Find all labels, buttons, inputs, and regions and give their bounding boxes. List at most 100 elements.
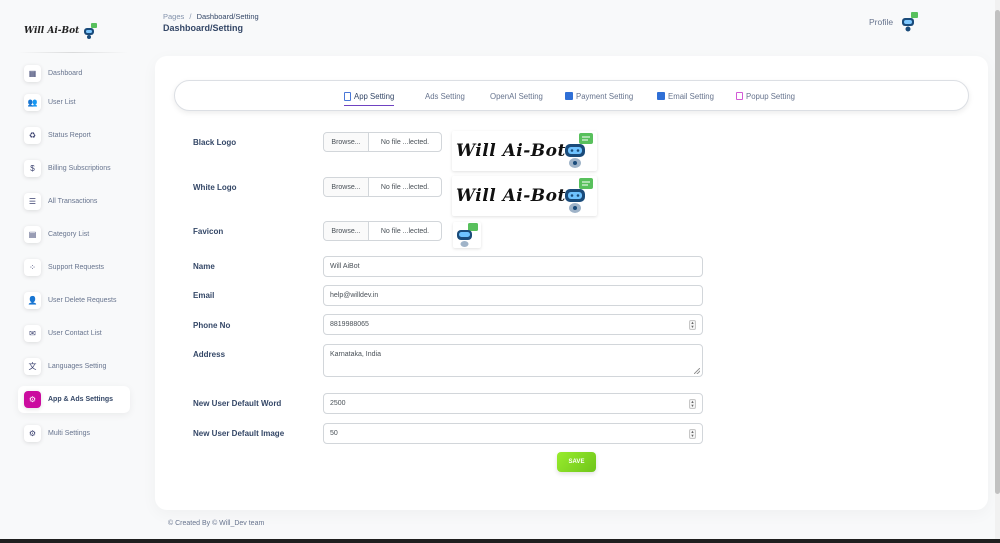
scroll-thumb[interactable] [995, 10, 1000, 494]
language-icon: 文 [24, 357, 41, 375]
phone-input[interactable]: 8819988065 ▲ ▼ [323, 314, 703, 335]
file-name: No file ...lected. [380, 227, 430, 235]
tab-label: Ads Setting [425, 91, 465, 101]
file-name: No file ...lected. [380, 183, 430, 191]
dollar-icon: $ [24, 159, 41, 177]
address-label: Address [193, 350, 226, 359]
sidebar-item-label: User Contact List [48, 329, 102, 337]
sidebar-item-support-requests[interactable]: ⁘ Support Requests [18, 254, 130, 280]
default-word-label: New User Default Word [193, 399, 282, 408]
sidebar-item-label: Multi Settings [48, 429, 91, 437]
robot-icon [82, 23, 98, 39]
sidebar-item-dashboard[interactable]: ▦ Dashboard [18, 60, 130, 86]
tab-app-setting[interactable]: App Setting [344, 90, 395, 106]
breadcrumb-root[interactable]: Pages [163, 12, 184, 21]
browse-button[interactable]: Browse... [324, 133, 369, 151]
save-button[interactable]: SAVE [557, 452, 596, 472]
number-spinner[interactable]: ▲ ▼ [689, 429, 696, 439]
gear-icon: ⚙ [24, 424, 41, 442]
sidebar-item-label: User Delete Requests [48, 296, 117, 304]
favicon-preview [453, 222, 481, 248]
support-icon: ⁘ [24, 258, 41, 276]
email-label: Email [193, 291, 215, 300]
white-logo-preview: Will Ai-Bot [452, 176, 597, 216]
black-logo-label: Black Logo [193, 138, 237, 147]
address-textarea[interactable]: Karnataka, India [323, 344, 703, 377]
phone-label: Phone No [193, 321, 231, 330]
logo-preview-text: Will Ai-Bot [456, 141, 566, 161]
resize-handle[interactable] [694, 368, 700, 374]
tab-label: App Setting [354, 91, 395, 101]
sidebar-item-billing-subscriptions[interactable]: $ Billing Subscriptions [18, 155, 130, 181]
tab-email-setting[interactable]: Email Setting [657, 90, 714, 102]
user-delete-icon: 👤 [24, 291, 41, 309]
sidebar-item-app-ads-settings[interactable]: ⚙ App & Ads Settings [18, 386, 130, 413]
tab-label: OpenAI Setting [490, 91, 543, 101]
breadcrumb-current: Dashboard/Setting [196, 12, 259, 21]
window-bottom-edge [0, 539, 1000, 543]
name-label: Name [193, 262, 215, 271]
sidebar-item-label: App & Ads Settings [48, 396, 114, 403]
name-value: Will AiBot [330, 263, 360, 270]
sidebar-item-user-delete-requests[interactable]: 👤 User Delete Requests [18, 287, 130, 313]
credit-card-icon [565, 92, 573, 100]
profile-label: Profile [869, 17, 894, 27]
popup-icon [736, 92, 743, 100]
users-icon: 👥 [24, 93, 41, 111]
recycle-icon: ♻ [24, 126, 41, 144]
sidebar-item-label: Support Requests [48, 263, 105, 271]
name-input[interactable]: Will AiBot [323, 256, 703, 277]
robot-icon [457, 223, 478, 247]
breadcrumb: Pages / Dashboard/Setting [163, 12, 259, 21]
tab-payment-setting[interactable]: Payment Setting [565, 90, 633, 102]
default-image-label: New User Default Image [193, 429, 285, 438]
address-value: Karnataka, India [330, 351, 381, 358]
default-word-value: 2500 [330, 400, 346, 407]
tab-ads-setting[interactable]: Ads Setting [425, 90, 465, 102]
default-image-input[interactable]: 50 ▲ ▼ [323, 423, 703, 444]
black-logo-preview: Will Ai-Bot [452, 131, 597, 171]
browse-button[interactable]: Browse... [324, 222, 369, 240]
number-spinner[interactable]: ▲ ▼ [689, 399, 696, 409]
tab-popup-setting[interactable]: Popup Setting [736, 90, 795, 102]
logo-preview-text: Will Ai-Bot [456, 186, 566, 206]
phone-value: 8819988065 [330, 321, 369, 328]
robot-avatar-icon [901, 12, 919, 32]
envelope-icon: ✉ [24, 324, 41, 342]
sidebar-divider [18, 52, 128, 53]
sidebar-item-languages-setting[interactable]: 文 Languages Setting [18, 353, 130, 379]
sidebar-item-label: Category List [48, 230, 90, 238]
email-input[interactable]: help@willdev.in [323, 285, 703, 306]
sidebar-item-multi-settings[interactable]: ⚙ Multi Settings [18, 420, 130, 446]
brand-logo[interactable]: Will Ai-Bot [24, 18, 98, 44]
profile-menu[interactable]: Profile [869, 12, 919, 32]
white-logo-label: White Logo [193, 183, 237, 192]
tab-label: Payment Setting [576, 91, 634, 101]
sidebar: Will Ai-Bot ▦ Dashboard 👥 User List ♻ St… [0, 0, 140, 543]
sidebar-item-label: User List [48, 98, 76, 106]
black-logo-file-input[interactable]: Browse... No file ...lected. [323, 132, 442, 152]
breadcrumb-separator: / [189, 12, 192, 21]
sidebar-item-status-report[interactable]: ♻ Status Report [18, 122, 130, 148]
email-value: help@willdev.in [330, 292, 379, 299]
sidebar-item-label: Billing Subscriptions [48, 164, 111, 172]
tab-label: Email Setting [668, 91, 714, 101]
sidebar-item-user-list[interactable]: 👥 User List [18, 89, 130, 115]
sidebar-item-category-list[interactable]: ▤ Category List [18, 221, 130, 247]
file-name: No file ...lected. [380, 138, 430, 146]
tab-label: Popup Setting [746, 91, 795, 101]
favicon-file-input[interactable]: Browse... No file ...lected. [323, 221, 442, 241]
brand-name: Will Ai-Bot [24, 26, 80, 36]
number-spinner[interactable]: ▲ ▼ [689, 320, 696, 330]
page-title: Dashboard/Setting [163, 23, 244, 33]
sidebar-item-user-contact-list[interactable]: ✉ User Contact List [18, 320, 130, 346]
page-scrollbar[interactable] [995, 0, 1000, 543]
browse-button[interactable]: Browse... [324, 178, 369, 196]
default-word-input[interactable]: 2500 ▲ ▼ [323, 393, 703, 414]
list-icon: ☰ [24, 192, 41, 210]
robot-icon [561, 178, 595, 214]
sidebar-item-all-transactions[interactable]: ☰ All Transactions [18, 188, 130, 214]
sidebar-item-label: Languages Setting [48, 362, 107, 370]
tab-openai-setting[interactable]: OpenAI Setting [490, 90, 543, 102]
white-logo-file-input[interactable]: Browse... No file ...lected. [323, 177, 442, 197]
